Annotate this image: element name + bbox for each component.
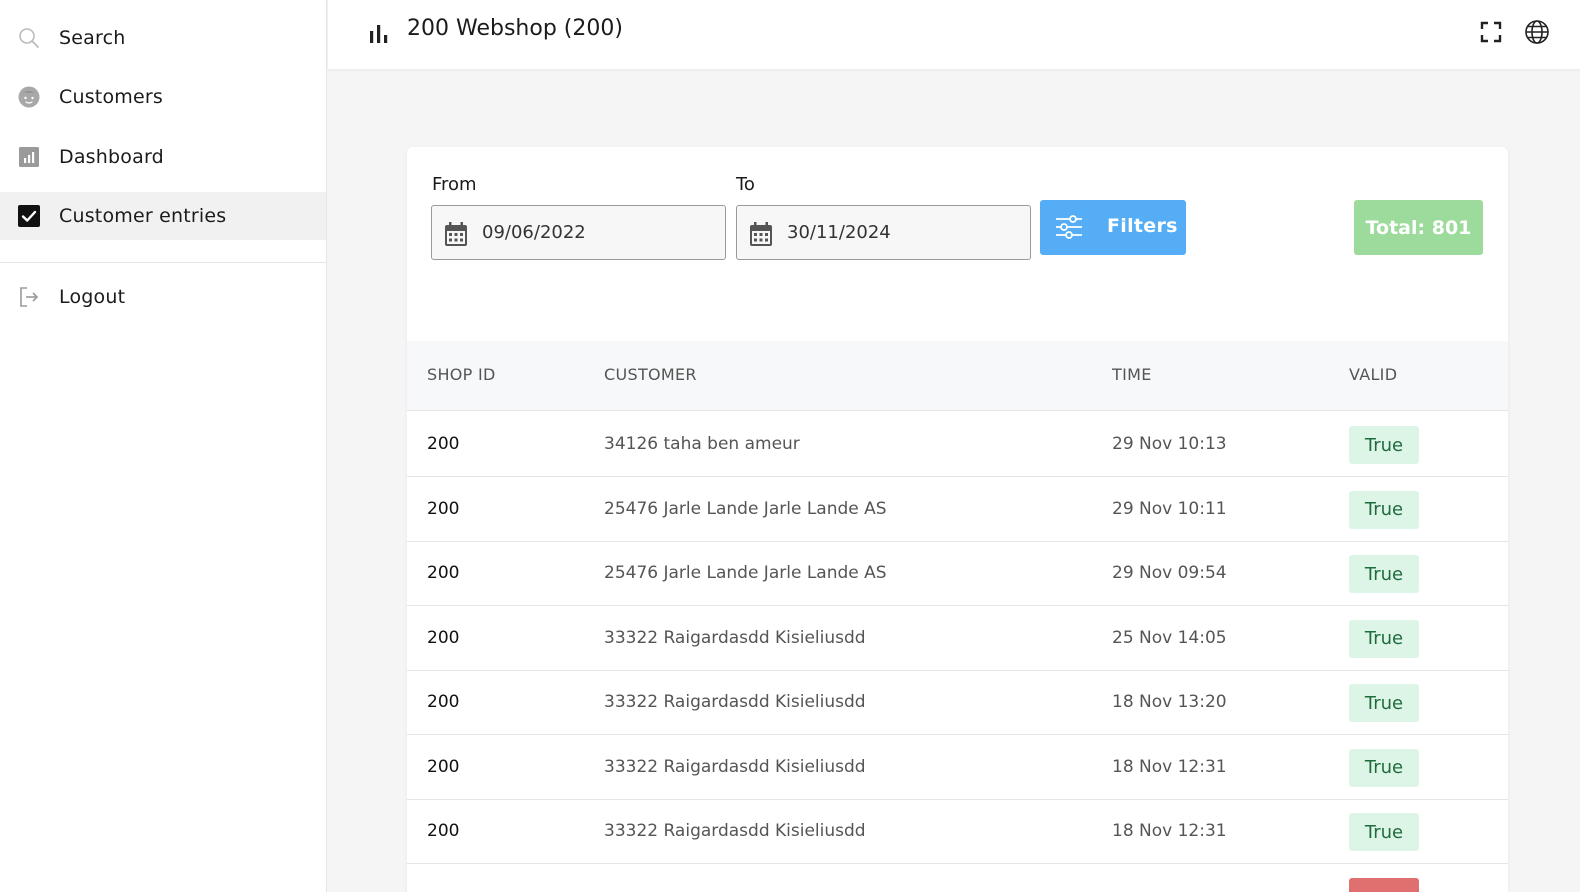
valid-badge [1349,877,1419,892]
column-header-shop-id[interactable]: SHOP ID [427,365,496,384]
customer-face-icon [17,85,41,109]
valid-badge: True [1349,813,1419,851]
shop-id-cell: 200 [427,434,460,454]
table-row[interactable]: 200 25476 Jarle Lande Jarle Lande AS 29 No… [407,541,1508,606]
table-row[interactable]: 200 33322 Raigardasdd Kisieliusdd 18 Nov 1… [407,735,1508,800]
valid-badge: True [1349,555,1419,593]
sidebar-divider [0,262,326,263]
sidebar-item-label: Customers [59,86,163,108]
globe-icon[interactable] [1524,19,1550,45]
sidebar-item-label: Search [59,27,126,49]
page-title: 200 Webshop (200) [407,16,623,41]
to-date-value: 30/11/2024 [787,222,891,243]
valid-badge: True [1349,684,1419,722]
total-badge: Total: 801 [1354,200,1483,255]
time-cell: 29 Nov 09:54 [1112,563,1227,583]
from-label: From [432,174,477,195]
filters-button[interactable]: Filters [1040,200,1186,255]
shop-id-cell: 200 [427,756,460,777]
time-cell: 18 Nov 12:31 [1112,821,1227,841]
sidebar-item-label: Logout [59,286,126,308]
from-date-input[interactable]: 09/06/2022 [431,205,726,260]
sidebar-item-label: Dashboard [59,146,164,168]
shop-id-cell: 200 [427,692,460,712]
calendar-icon [444,221,468,247]
table-row[interactable]: 200 33322 Raigardasdd Kisieliusdd 25 Nov 1… [407,606,1508,671]
customer-cell: 34126 taha ben ameur [604,434,800,454]
valid-badge: True [1349,426,1419,464]
column-header-time[interactable]: TIME [1112,365,1152,384]
table-row[interactable] [407,864,1508,892]
sidebar-item-dashboard[interactable]: Dashboard [0,133,326,181]
from-date-value: 09/06/2022 [482,222,586,243]
sidebar-item-label: Customer entries [59,205,227,227]
time-cell: 25 Nov 14:05 [1112,627,1227,648]
time-cell: 18 Nov 13:20 [1112,692,1227,712]
table-row[interactable]: 200 25476 Jarle Lande Jarle Lande AS 29 No… [407,477,1508,542]
customer-cell: 33322 Raigardasdd Kisieliusdd [604,821,866,841]
to-label: To [736,174,755,195]
column-header-valid[interactable]: VALID [1349,365,1397,384]
customer-cell: 33322 Raigardasdd Kisieliusdd [604,627,866,648]
time-cell: 18 Nov 12:31 [1112,756,1227,777]
filters-button-label: Filters [1107,215,1178,237]
sidebar-item-search[interactable]: Search [0,14,326,62]
table-row[interactable]: 200 33322 Raigardasdd Kisieliusdd 18 Nov 1… [407,670,1508,735]
customer-cell: 25476 Jarle Lande Jarle Lande AS [604,563,887,583]
sliders-icon [1054,213,1084,241]
time-cell: 29 Nov 10:13 [1112,434,1227,454]
top-header: 200 Webshop (200) [328,0,1580,69]
customer-cell: 33322 Raigardasdd Kisieliusdd [604,756,866,777]
to-date-input[interactable]: 30/11/2024 [736,205,1031,260]
sidebar-item-customers[interactable]: Customers [0,73,326,121]
column-header-customer[interactable]: CUSTOMER [604,365,697,384]
sidebar: Search Customers Dashboard Customer entr… [0,0,327,892]
shop-id-cell: 200 [427,563,460,583]
dashboard-icon [17,145,41,169]
time-cell: 29 Nov 10:11 [1112,498,1227,519]
shop-id-cell: 200 [427,821,460,841]
sidebar-item-logout[interactable]: Logout [0,273,326,321]
fullscreen-icon[interactable] [1478,19,1504,45]
logout-icon [17,285,41,309]
search-icon [17,26,41,50]
shop-id-cell: 200 [427,498,460,519]
shop-id-cell: 200 [427,627,460,648]
valid-badge: True [1349,748,1419,787]
valid-badge: True [1349,490,1419,529]
table-row[interactable]: 200 34126 taha ben ameur 29 Nov 10:13 True [407,412,1508,477]
valid-badge: True [1349,619,1419,658]
calendar-icon [749,221,773,247]
sidebar-item-customer-entries[interactable]: Customer entries [0,192,326,240]
checkbox-checked-icon [17,204,41,228]
table-header: SHOP ID CUSTOMER TIME VALID [407,341,1508,411]
customer-cell: 25476 Jarle Lande Jarle Lande AS [604,498,887,519]
customer-cell: 33322 Raigardasdd Kisieliusdd [604,692,866,712]
table-row[interactable]: 200 33322 Raigardasdd Kisieliusdd 18 Nov 1… [407,799,1508,864]
entries-card: From 09/06/2022 To 30/11/2024 Filters To… [407,147,1508,892]
bar-chart-icon [368,22,390,44]
